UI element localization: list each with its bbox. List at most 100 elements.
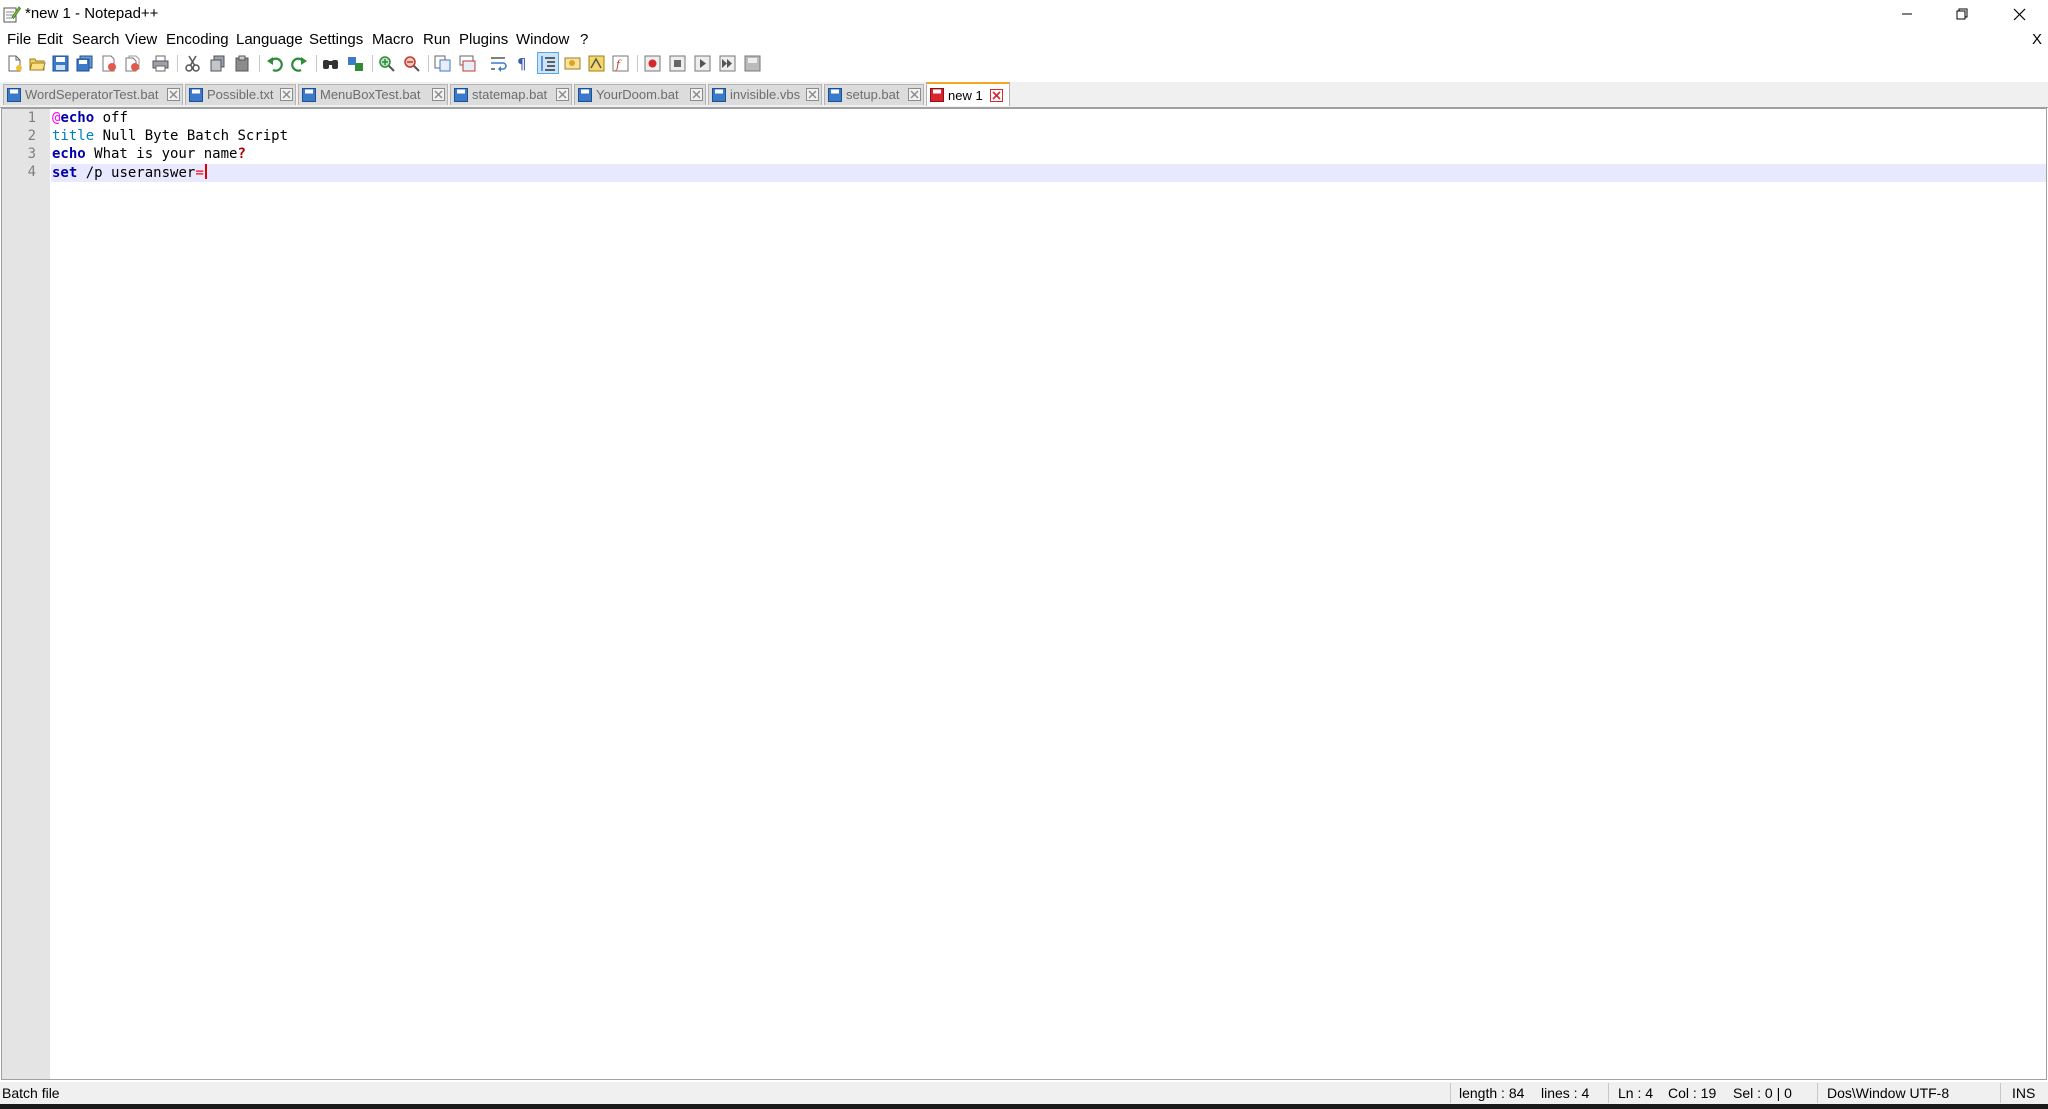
tab-close-icon[interactable] [432,88,445,101]
saved-file-icon [7,88,21,102]
menu-settings[interactable]: Settings [309,31,363,48]
notepad-plus-plus-icon [3,6,21,23]
code-line[interactable]: title Null Byte Batch Script [52,127,288,145]
macro-record-button[interactable] [642,53,662,73]
print-button[interactable] [150,53,170,73]
status-insert-mode: INS [2012,1085,2036,1101]
token-keyword: set [52,165,78,181]
tab-yourdoom[interactable]: YourDoom.bat [574,84,706,105]
restore-button[interactable] [1933,0,1991,28]
menu-window[interactable]: Window [516,31,569,48]
sync-vertical-icon [434,55,450,71]
copy-icon [210,55,224,71]
tab-close-icon[interactable] [556,88,569,101]
document-map-button[interactable] [586,53,606,73]
macro-save-button[interactable] [742,53,762,73]
tab-setup[interactable]: setup.bat [824,84,924,105]
token-text: /p useranswer [77,165,196,181]
menu-view[interactable]: View [125,31,157,48]
taskbar-edge [0,1104,2048,1109]
line-number: 4 [27,164,36,180]
status-lines: lines : 4 [1541,1085,1590,1101]
zoom-in-button[interactable] [376,53,396,73]
close-icon [102,55,116,71]
macro-play-button[interactable] [692,53,712,73]
minimize-button[interactable] [1878,0,1936,28]
token-command: title [52,128,95,144]
show-all-characters-button[interactable]: ¶ [512,53,532,73]
close-document-button[interactable]: X [2032,31,2042,48]
code-line-current[interactable]: set /p useranswer= [52,164,207,182]
tab-wordseperatortest[interactable]: WordSeperatorTest.bat [3,84,183,105]
save-button[interactable] [50,53,70,73]
tab-close-icon[interactable] [990,89,1003,102]
tab-menuboxtest[interactable]: MenuBoxTest.bat [298,84,448,105]
tab-close-icon[interactable] [806,88,819,101]
word-wrap-icon [490,56,507,72]
new-file-button[interactable] [4,53,24,73]
saved-file-icon [189,88,203,102]
undo-icon [266,56,283,72]
menu-help[interactable]: ? [580,31,588,48]
show-all-chars-icon: ¶ [517,55,527,72]
tab-statemap[interactable]: statemap.bat [450,84,572,105]
code-line[interactable]: echo What is your name? [52,145,246,163]
sync-horizontal-button[interactable] [457,53,477,73]
zoom-out-button[interactable] [401,53,421,73]
close-file-button[interactable] [98,53,118,73]
close-window-button[interactable] [1990,0,2048,28]
status-selection: Sel : 0 | 0 [1733,1085,1792,1101]
macro-save-icon [744,55,760,71]
tab-close-icon[interactable] [690,88,703,101]
cut-button[interactable] [182,53,202,73]
tab-bar: WordSeperatorTest.bat Possible.txt MenuB… [0,82,2048,108]
tab-label: new 1 [948,88,983,103]
token-keyword: echo [52,146,86,162]
macro-run-multiple-button[interactable] [717,53,737,73]
svg-text:¶: ¶ [517,55,527,72]
copy-button[interactable] [207,53,227,73]
indent-guide-icon [540,55,555,71]
menu-plugins[interactable]: Plugins [459,31,508,48]
code-text-area[interactable]: @echo off title Null Byte Batch Script e… [51,109,2046,1079]
tab-close-icon[interactable] [167,88,180,101]
cut-icon [184,55,200,72]
close-all-button[interactable] [122,53,142,73]
restore-icon [1956,8,1968,20]
editor-pane[interactable]: 1 2 3 4 @echo off title Null Byte Batch … [1,108,2047,1080]
redo-button[interactable] [289,53,309,73]
tab-new-1[interactable]: new 1 [926,82,1010,106]
replace-icon [347,56,363,71]
tab-label: MenuBoxTest.bat [320,87,421,102]
menu-search[interactable]: Search [72,31,120,48]
save-all-button[interactable] [74,53,94,73]
indent-guide-button[interactable] [537,52,559,74]
line-number-gutter: 1 2 3 4 [2,109,50,1079]
user-defined-language-button[interactable] [562,53,582,73]
tab-possible[interactable]: Possible.txt [185,84,296,105]
replace-button[interactable] [345,53,365,73]
paste-button[interactable] [232,53,252,73]
find-button[interactable] [320,53,340,73]
menu-file[interactable]: File [7,31,31,48]
status-bar: Batch file length : 84 lines : 4 Ln : 4 … [0,1082,2048,1104]
menu-encoding[interactable]: Encoding [166,31,229,48]
toolbar: ¶ f [0,52,2048,74]
sync-vertical-button[interactable] [432,53,452,73]
menu-language[interactable]: Language [236,31,303,48]
macro-stop-button[interactable] [667,53,687,73]
menu-macro[interactable]: Macro [372,31,414,48]
code-line[interactable]: @echo off [52,109,128,127]
print-icon [152,55,168,71]
open-file-button[interactable] [27,53,47,73]
word-wrap-button[interactable] [488,53,508,73]
tab-invisible[interactable]: invisible.vbs [708,84,822,105]
menu-run[interactable]: Run [423,31,451,48]
tab-close-icon[interactable] [280,88,293,101]
tab-close-icon[interactable] [908,88,921,101]
status-encoding[interactable]: Dos\Window UTF-8 [1827,1085,1949,1101]
undo-button[interactable] [264,53,284,73]
tab-label: WordSeperatorTest.bat [25,87,159,102]
function-list-button[interactable]: f [610,53,630,73]
menu-edit[interactable]: Edit [37,31,63,48]
